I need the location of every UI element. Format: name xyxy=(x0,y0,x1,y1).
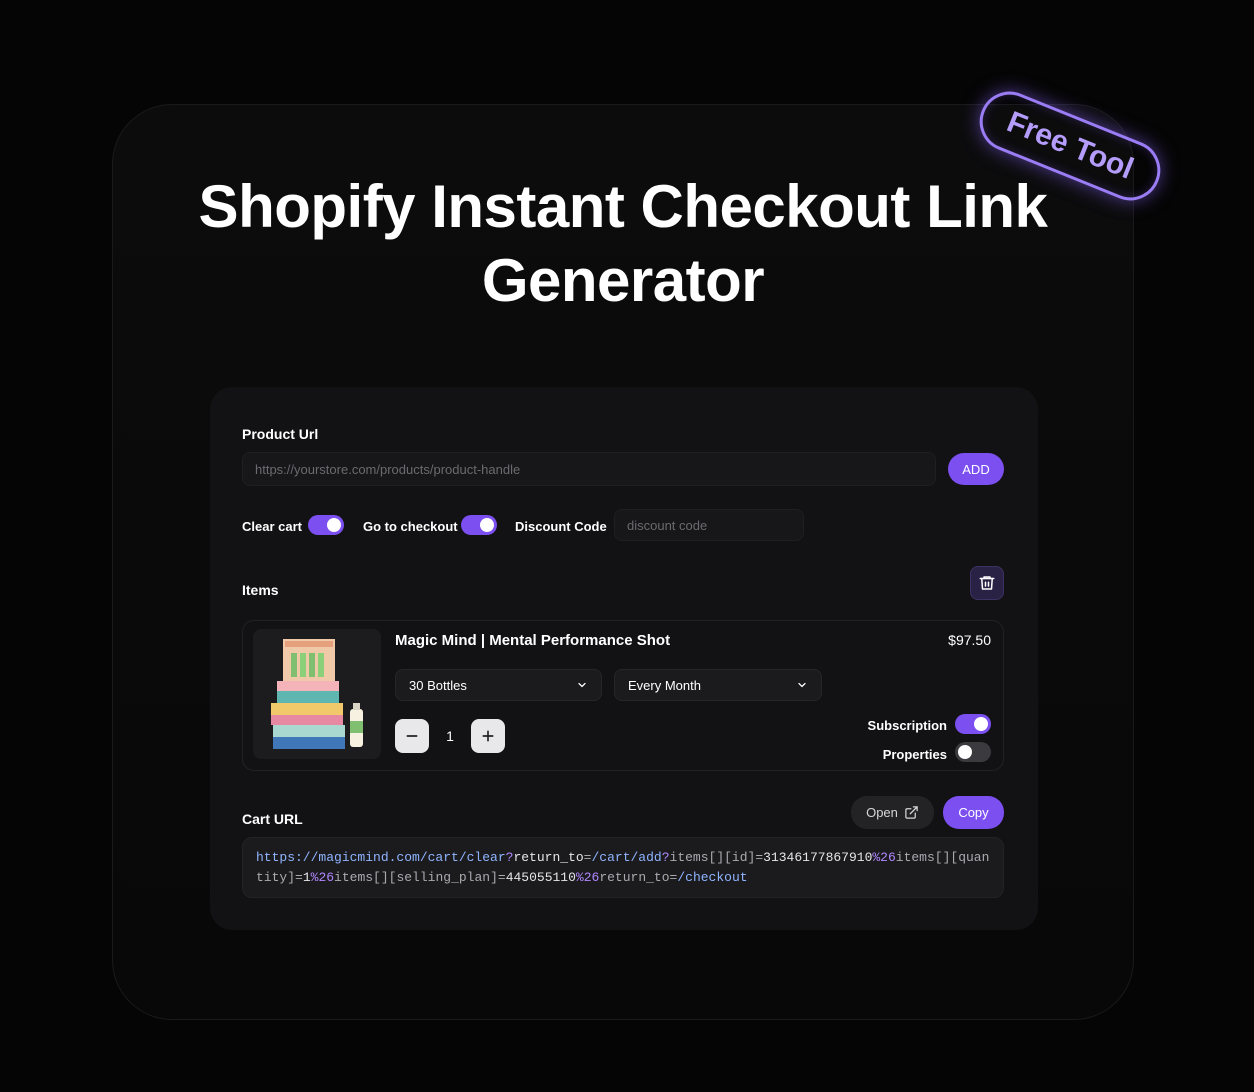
clear-cart-toggle[interactable] xyxy=(308,515,344,535)
url-segment: = xyxy=(295,870,303,885)
toggle-knob xyxy=(958,745,972,759)
chevron-down-icon xyxy=(578,682,586,688)
properties-toggle[interactable] xyxy=(955,742,991,762)
discount-code-input[interactable] xyxy=(614,509,804,541)
url-segment: = xyxy=(497,870,506,885)
go-to-checkout-toggle[interactable] xyxy=(461,515,497,535)
product-image xyxy=(253,629,381,759)
url-segment: https://magicmind.com/cart/clear xyxy=(256,850,506,865)
delete-items-button[interactable] xyxy=(970,566,1004,600)
url-segment: %26 xyxy=(872,850,896,865)
selling-plan-value: Every Month xyxy=(628,677,701,693)
url-segment: /checkout xyxy=(677,870,748,885)
toggle-knob xyxy=(480,518,494,532)
url-segment: = xyxy=(755,850,764,865)
generator-card: Product Url ADD Clear cart Go to checkou… xyxy=(210,387,1038,930)
url-segment: 31346177867910 xyxy=(763,850,873,865)
item-card: Magic Mind | Mental Performance Shot $97… xyxy=(242,620,1004,771)
discount-code-label: Discount Code xyxy=(515,519,607,534)
chevron-down-icon xyxy=(798,682,806,688)
subscription-toggle[interactable] xyxy=(955,714,991,734)
selling-plan-select[interactable]: Every Month xyxy=(614,669,822,701)
url-segment: items[][id] xyxy=(669,850,756,865)
items-label: Items xyxy=(242,582,279,598)
clear-cart-label: Clear cart xyxy=(242,519,302,534)
open-label: Open xyxy=(866,805,898,820)
url-segment: ? xyxy=(661,850,670,865)
toggle-knob xyxy=(327,518,341,532)
url-segment: 445055110 xyxy=(505,870,576,885)
product-url-label: Product Url xyxy=(242,426,319,442)
plus-icon xyxy=(482,730,494,742)
quantity-value[interactable]: 1 xyxy=(435,719,465,753)
cart-url-label: Cart URL xyxy=(242,811,303,827)
variant-select[interactable]: 30 Bottles xyxy=(395,669,602,701)
url-segment: return_to xyxy=(513,850,584,865)
external-link-icon xyxy=(905,806,918,819)
decrease-quantity-button[interactable] xyxy=(395,719,429,753)
product-boxes-illustration xyxy=(271,639,363,749)
url-segment: /cart/add xyxy=(591,850,662,865)
copy-button[interactable]: Copy xyxy=(943,796,1004,829)
trash-icon xyxy=(979,576,995,590)
increase-quantity-button[interactable] xyxy=(471,719,505,753)
url-segment: %26 xyxy=(310,870,335,885)
toggle-knob xyxy=(974,717,988,731)
go-to-checkout-label: Go to checkout xyxy=(363,519,458,534)
product-name: Magic Mind | Mental Performance Shot xyxy=(395,632,671,649)
url-segment: %26 xyxy=(575,870,600,885)
open-button[interactable]: Open xyxy=(851,796,934,829)
product-url-input[interactable] xyxy=(242,452,936,486)
product-price: $97.50 xyxy=(948,632,991,648)
add-button[interactable]: ADD xyxy=(948,453,1004,485)
page-title: Shopify Instant Checkout Link Generator xyxy=(198,173,1048,314)
subscription-label: Subscription xyxy=(867,718,947,733)
properties-label: Properties xyxy=(882,747,947,762)
url-segment: 1 xyxy=(302,870,311,885)
variant-value: 30 Bottles xyxy=(409,677,467,693)
url-segment: return_to xyxy=(599,870,670,885)
cart-url-output[interactable]: https://magicmind.com/cart/clear? return_… xyxy=(242,837,1004,898)
minus-icon xyxy=(406,735,418,737)
url-segment: items[][selling_plan] xyxy=(334,870,498,885)
